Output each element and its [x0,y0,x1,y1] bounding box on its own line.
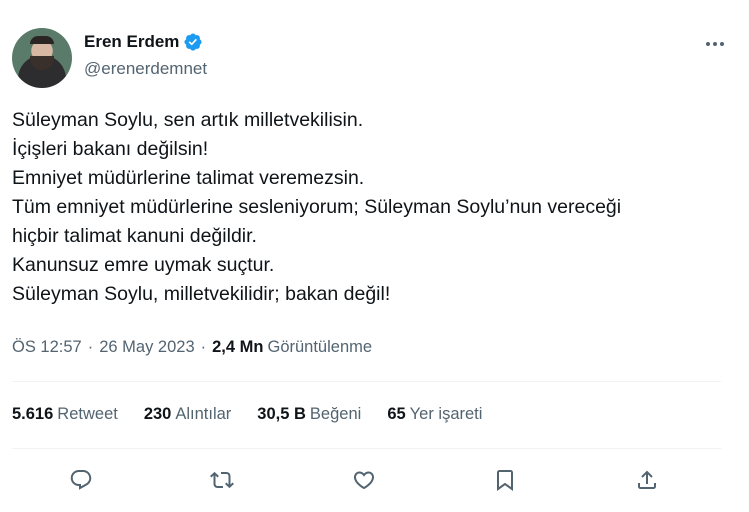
tweet-text-line: Süleyman Soylu, sen artık milletvekilisi… [12,109,364,131]
likes-stat[interactable]: 30,5 B Beğeni [257,405,361,424]
likes-count: 30,5 B [257,405,306,423]
tweet-text-line: Tüm emniyet müdürlerine sesleniyorum; Sü… [12,196,622,218]
tweet: Eren Erdem @erenerdemnet Süleyman Soylu,… [0,0,749,512]
bookmarks-label: Yer işareti [409,405,483,423]
tweet-text-line: Emniyet müdürlerine talimat veremezsin. [12,167,365,189]
retweets-label: Retweet [57,405,118,423]
bookmark-button[interactable] [485,460,525,500]
tweet-date[interactable]: 26 May 2023 [99,338,194,357]
bookmarks-count: 65 [387,405,406,423]
tweet-text-line: Kanunsuz emre uymak suçtur. [12,254,275,276]
views-label: Görüntülenme [267,338,373,356]
meta-separator: · [87,338,94,356]
like-button[interactable] [344,460,384,500]
tweet-actions [0,460,749,500]
retweets-stat[interactable]: 5.616 Retweet [12,405,118,424]
divider [12,381,721,382]
avatar[interactable] [12,28,72,88]
retweets-count: 5.616 [12,405,54,423]
quotes-label: Alıntılar [175,405,232,423]
tweet-header: Eren Erdem @erenerdemnet [12,28,729,88]
tweet-stats: 5.616 Retweet 230 Alıntılar 30,5 B Beğeni 6… [12,405,482,424]
share-button[interactable] [627,460,667,500]
verified-badge-icon [183,32,203,52]
quotes-stat[interactable]: 230 Alıntılar [144,405,231,424]
author-name[interactable]: Eren Erdem [84,32,179,52]
share-icon [638,470,656,489]
tweet-text-line: Süleyman Soylu, milletvekilidir; bakan d… [12,283,391,305]
bookmark-icon [497,470,513,491]
retweet-button[interactable] [202,460,242,500]
quotes-count: 230 [143,405,172,423]
retweet-icon [210,471,234,489]
more-options-button[interactable] [701,34,729,54]
author-handle[interactable]: @erenerdemnet [84,59,207,79]
reply-button[interactable] [61,460,101,500]
more-dot-icon [713,42,717,46]
reply-icon [70,470,92,490]
tweet-text-line: hiçbir talimat kanuni değildir. [12,225,257,247]
bookmarks-stat[interactable]: 65 Yer işareti [387,405,482,424]
views-count: 2,4 Mn [212,338,264,356]
like-icon [353,471,375,490]
more-dot-icon [706,42,710,46]
tweet-time[interactable]: ÖS 12:57 [12,338,82,357]
author-name-row: Eren Erdem [84,32,203,52]
divider [12,448,721,449]
likes-label: Beğeni [309,405,362,423]
tweet-text-line: İçişleri bakanı değilsin! [12,138,209,160]
more-dot-icon [720,42,724,46]
meta-separator: · [200,338,207,356]
tweet-text: Süleyman Soylu, sen artık milletvekilisi… [12,106,729,309]
tweet-meta: ÖS 12:57 · 26 May 2023 · 2,4 Mn Görüntül… [12,338,372,357]
